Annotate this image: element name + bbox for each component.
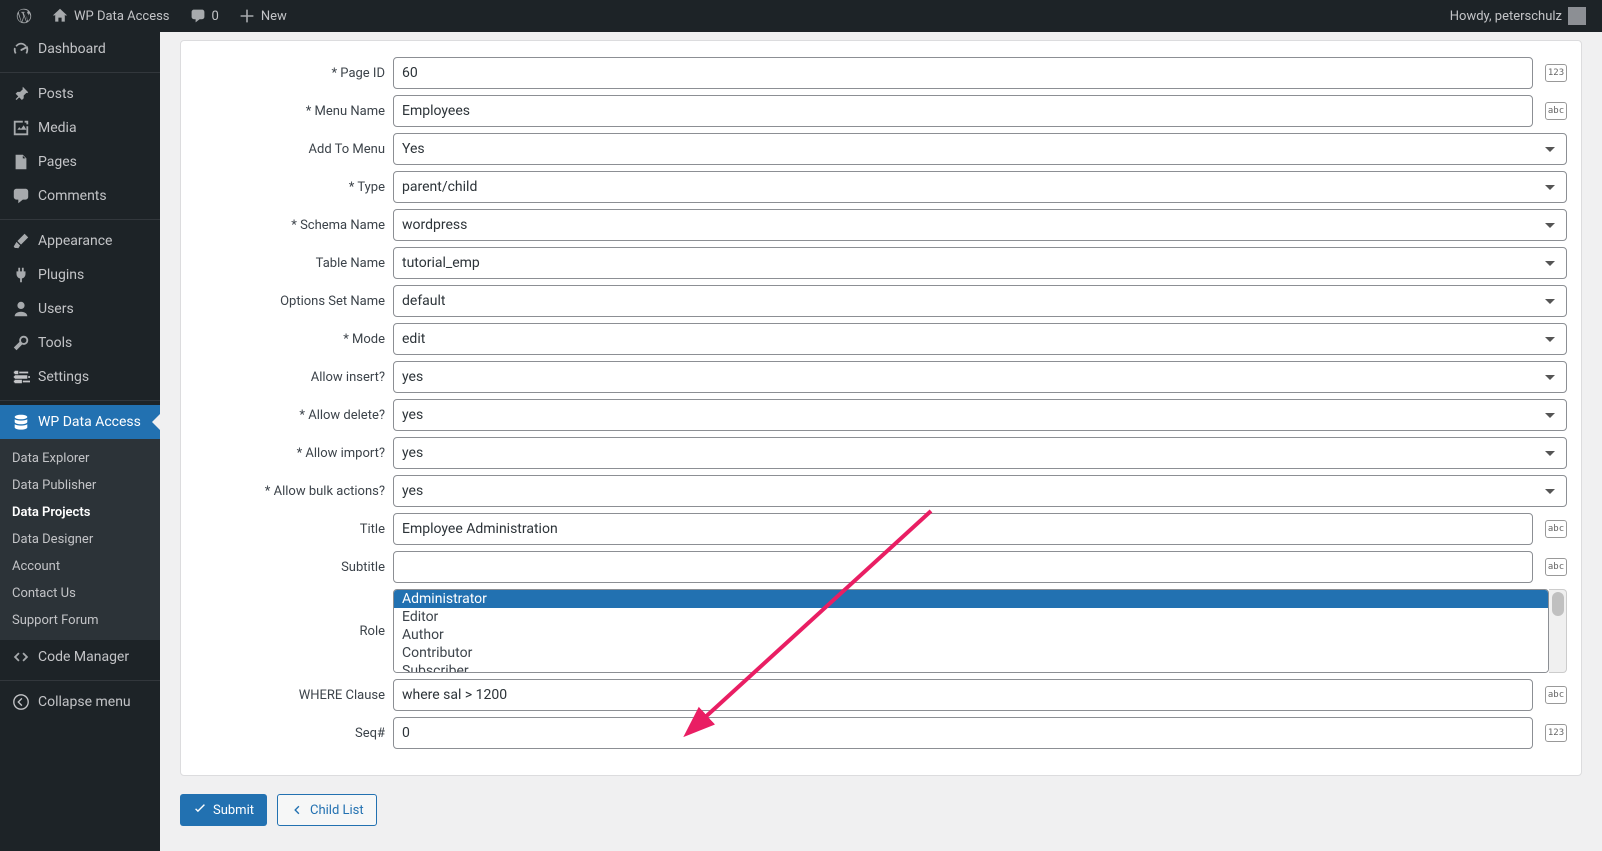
media-icon xyxy=(12,119,30,137)
label-allow-insert: Allow insert? xyxy=(195,370,385,385)
comment-icon xyxy=(190,8,206,24)
label-subtitle: Subtitle xyxy=(195,560,385,575)
submenu-data-designer[interactable]: Data Designer xyxy=(0,526,160,553)
select-options[interactable]: default xyxy=(393,285,1567,317)
label-type: * Type xyxy=(195,180,385,195)
label-allow-delete: * Allow delete? xyxy=(195,408,385,423)
brush-icon xyxy=(12,232,30,250)
user-icon xyxy=(12,300,30,318)
input-where[interactable] xyxy=(393,679,1533,711)
select-mode[interactable]: edit xyxy=(393,323,1567,355)
label-where: WHERE Clause xyxy=(195,688,385,703)
sidebar-item-media[interactable]: Media xyxy=(0,111,160,145)
type-tag-text: abc xyxy=(1545,686,1567,704)
role-option-subscriber[interactable]: Subscriber xyxy=(394,662,1548,673)
label-role: Role xyxy=(195,624,385,639)
database-icon xyxy=(12,413,30,431)
label-mode: * Mode xyxy=(195,332,385,347)
submenu-data-projects[interactable]: Data Projects xyxy=(0,499,160,526)
select-add-to-menu[interactable]: Yes xyxy=(393,133,1567,165)
input-menu-name[interactable] xyxy=(393,95,1533,127)
wordpress-icon xyxy=(16,8,32,24)
comments-link[interactable]: 0 xyxy=(182,0,227,32)
submenu-data-explorer[interactable]: Data Explorer xyxy=(0,445,160,472)
input-seq[interactable] xyxy=(393,717,1533,749)
code-icon xyxy=(12,648,30,666)
label-allow-bulk: * Allow bulk actions? xyxy=(195,484,385,499)
select-allow-delete[interactable]: yes xyxy=(393,399,1567,431)
sidebar-item-posts[interactable]: Posts xyxy=(0,77,160,111)
label-page-id: * Page ID xyxy=(195,66,385,81)
label-seq: Seq# xyxy=(195,726,385,741)
input-title[interactable] xyxy=(393,513,1533,545)
submenu-account[interactable]: Account xyxy=(0,553,160,580)
label-options: Options Set Name xyxy=(195,294,385,309)
sidebar-item-appearance[interactable]: Appearance xyxy=(0,224,160,258)
sidebar-item-settings[interactable]: Settings xyxy=(0,360,160,394)
form-panel: * Page ID 123 * Menu Name abc Add To Men… xyxy=(180,40,1582,776)
check-icon xyxy=(193,803,207,817)
submenu-support[interactable]: Support Forum xyxy=(0,607,160,634)
dashboard-icon xyxy=(12,40,30,58)
select-allow-insert[interactable]: yes xyxy=(393,361,1567,393)
label-table: Table Name xyxy=(195,256,385,271)
role-option-author[interactable]: Author xyxy=(394,626,1548,644)
plus-icon xyxy=(239,8,255,24)
arrow-left-icon xyxy=(290,803,304,817)
wp-logo-link[interactable] xyxy=(8,0,40,32)
label-add-to-menu: Add To Menu xyxy=(195,142,385,157)
input-subtitle[interactable] xyxy=(393,551,1533,583)
sidebar-item-pages[interactable]: Pages xyxy=(0,145,160,179)
sidebar-item-wpda[interactable]: WP Data Access xyxy=(0,405,160,439)
page-icon xyxy=(12,153,30,171)
select-allow-import[interactable]: yes xyxy=(393,437,1567,469)
type-tag-number: 123 xyxy=(1545,64,1567,82)
sidebar-item-plugins[interactable]: Plugins xyxy=(0,258,160,292)
role-option-administrator[interactable]: Administrator xyxy=(394,590,1548,608)
pin-icon xyxy=(12,85,30,103)
howdy-link[interactable]: Howdy, peterschulz xyxy=(1442,0,1594,32)
sidebar-item-comments[interactable]: Comments xyxy=(0,179,160,213)
collapse-icon xyxy=(12,693,30,711)
select-allow-bulk[interactable]: yes xyxy=(393,475,1567,507)
select-table[interactable]: tutorial_emp xyxy=(393,247,1567,279)
wrench-icon xyxy=(12,334,30,352)
submenu-contact[interactable]: Contact Us xyxy=(0,580,160,607)
role-option-editor[interactable]: Editor xyxy=(394,608,1548,626)
type-tag-text: abc xyxy=(1545,520,1567,538)
role-option-contributor[interactable]: Contributor xyxy=(394,644,1548,662)
home-icon xyxy=(52,8,68,24)
label-title: Title xyxy=(195,522,385,537)
label-allow-import: * Allow import? xyxy=(195,446,385,461)
select-type[interactable]: parent/child xyxy=(393,171,1567,203)
submenu-data-publisher[interactable]: Data Publisher xyxy=(0,472,160,499)
sidebar-item-tools[interactable]: Tools xyxy=(0,326,160,360)
input-page-id[interactable] xyxy=(393,57,1533,89)
label-schema: * Schema Name xyxy=(195,218,385,233)
settings-icon xyxy=(12,368,30,386)
child-list-button[interactable]: Child List xyxy=(277,794,377,826)
sidebar-collapse[interactable]: Collapse menu xyxy=(0,685,160,719)
type-tag-text: abc xyxy=(1545,558,1567,576)
sidebar-item-users[interactable]: Users xyxy=(0,292,160,326)
select-schema[interactable]: wordpress xyxy=(393,209,1567,241)
role-scrollbar[interactable] xyxy=(1549,589,1567,673)
plug-icon xyxy=(12,266,30,284)
select-role[interactable]: Administrator Editor Author Contributor … xyxy=(393,589,1549,673)
comments-icon xyxy=(12,187,30,205)
sidebar-item-dashboard[interactable]: Dashboard xyxy=(0,32,160,66)
site-link[interactable]: WP Data Access xyxy=(44,0,178,32)
label-menu-name: * Menu Name xyxy=(195,104,385,119)
type-tag-number: 123 xyxy=(1545,724,1567,742)
avatar xyxy=(1568,7,1586,25)
type-tag-text: abc xyxy=(1545,102,1567,120)
submit-button[interactable]: Submit xyxy=(180,794,267,826)
sidebar-item-codemgr[interactable]: Code Manager xyxy=(0,640,160,674)
new-link[interactable]: New xyxy=(231,0,295,32)
